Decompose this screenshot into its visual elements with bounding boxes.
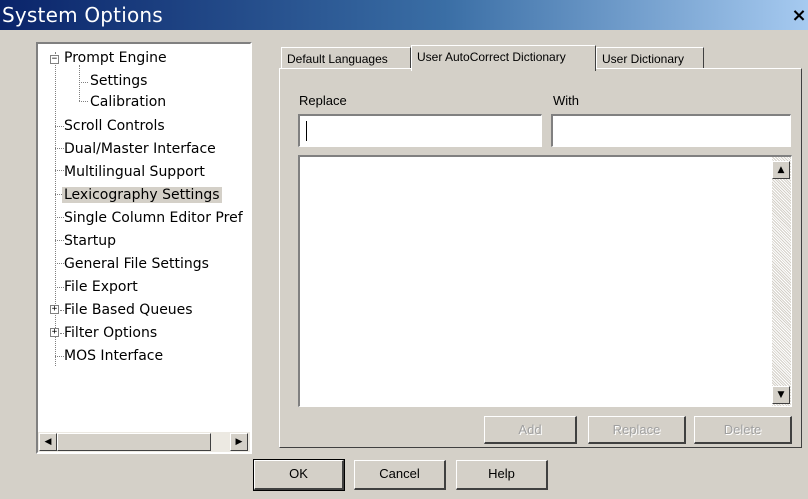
with-field[interactable]	[551, 114, 791, 147]
options-tree[interactable]: − Prompt Engine Settings Calibration Scr…	[36, 42, 252, 454]
collapse-icon[interactable]: −	[50, 55, 59, 64]
window-title: System Options	[2, 3, 163, 27]
tree-horizontal-scrollbar[interactable]: ◀ ▶	[38, 432, 250, 452]
tree-item-label: Dual/Master Interface	[64, 141, 216, 157]
scroll-down-icon[interactable]: ▼	[772, 386, 790, 404]
tree-item-general-file-settings[interactable]: General File Settings	[62, 253, 211, 275]
tree-item-label: Filter Options	[64, 325, 158, 341]
text-caret	[306, 121, 307, 141]
tree-item-multilingual-support[interactable]: Multilingual Support	[62, 161, 207, 183]
autocorrect-list[interactable]: ▲ ▼	[298, 155, 792, 407]
tab-user-dictionary[interactable]: User Dictionary	[596, 47, 704, 69]
title-bar: System Options ×	[0, 0, 808, 30]
list-vertical-scrollbar[interactable]: ▲ ▼	[772, 157, 791, 406]
replace-field[interactable]	[298, 114, 542, 147]
tree-item-label: Multilingual Support	[64, 164, 205, 180]
close-icon[interactable]: ×	[790, 6, 808, 26]
tree-item-scroll-controls[interactable]: Scroll Controls	[62, 115, 167, 137]
tree-root-line	[55, 52, 56, 366]
tree-item-label: Prompt Engine	[64, 50, 167, 66]
tree-item-label: File Based Queues	[64, 302, 193, 318]
tree-item-file-based-queues[interactable]: File Based Queues	[62, 299, 195, 321]
expand-icon[interactable]: +	[50, 305, 59, 314]
tree-item-mos-interface[interactable]: MOS Interface	[62, 345, 165, 367]
tree-item-filter-options[interactable]: Filter Options	[62, 322, 159, 344]
tree-item-settings[interactable]: Settings	[88, 70, 149, 92]
scroll-left-icon[interactable]: ◀	[39, 433, 57, 451]
tree-connector	[79, 101, 88, 102]
add-button[interactable]: Add	[484, 416, 577, 444]
tree-item-label: MOS Interface	[64, 348, 164, 364]
expand-icon[interactable]: +	[50, 328, 59, 337]
tree-item-label: Lexicography Settings	[62, 187, 222, 203]
replace-button[interactable]: Replace	[588, 416, 686, 444]
tree-item-startup[interactable]: Startup	[62, 230, 118, 252]
tree-item-single-column-editor[interactable]: Single Column Editor Pref	[62, 207, 245, 229]
help-button[interactable]: Help	[456, 460, 548, 490]
tree-item-lexicography-settings[interactable]: Lexicography Settings	[62, 184, 222, 206]
scroll-up-icon[interactable]: ▲	[772, 161, 790, 179]
tree-item-label: General File Settings	[64, 256, 209, 272]
delete-button[interactable]: Delete	[694, 416, 792, 444]
tree-item-file-export[interactable]: File Export	[62, 276, 140, 298]
tree-item-label: File Export	[64, 279, 138, 295]
tree-connector	[79, 82, 88, 83]
tree-item-label: Single Column Editor Pref	[64, 210, 243, 226]
scroll-right-icon[interactable]: ▶	[230, 433, 248, 451]
scroll-thumb[interactable]	[57, 433, 211, 451]
tree-items: − Prompt Engine Settings Calibration Scr…	[38, 44, 250, 432]
tree-item-dual-master-interface[interactable]: Dual/Master Interface	[62, 138, 218, 160]
tab-user-autocorrect-dictionary[interactable]: User AutoCorrect Dictionary	[411, 45, 596, 71]
tree-item-label: Startup	[64, 233, 116, 249]
ok-button[interactable]: OK	[253, 459, 345, 491]
tree-item-label: Calibration	[90, 94, 167, 110]
cancel-button[interactable]: Cancel	[354, 460, 446, 490]
tree-item-label: Settings	[90, 73, 148, 89]
tab-default-languages[interactable]: Default Languages	[281, 47, 411, 69]
with-label: With	[553, 93, 579, 108]
tree-item-calibration[interactable]: Calibration	[88, 91, 168, 113]
replace-label: Replace	[299, 93, 347, 108]
tree-item-prompt-engine[interactable]: Prompt Engine	[62, 47, 169, 69]
tree-child-line	[79, 65, 80, 101]
tree-item-label: Scroll Controls	[64, 118, 165, 134]
